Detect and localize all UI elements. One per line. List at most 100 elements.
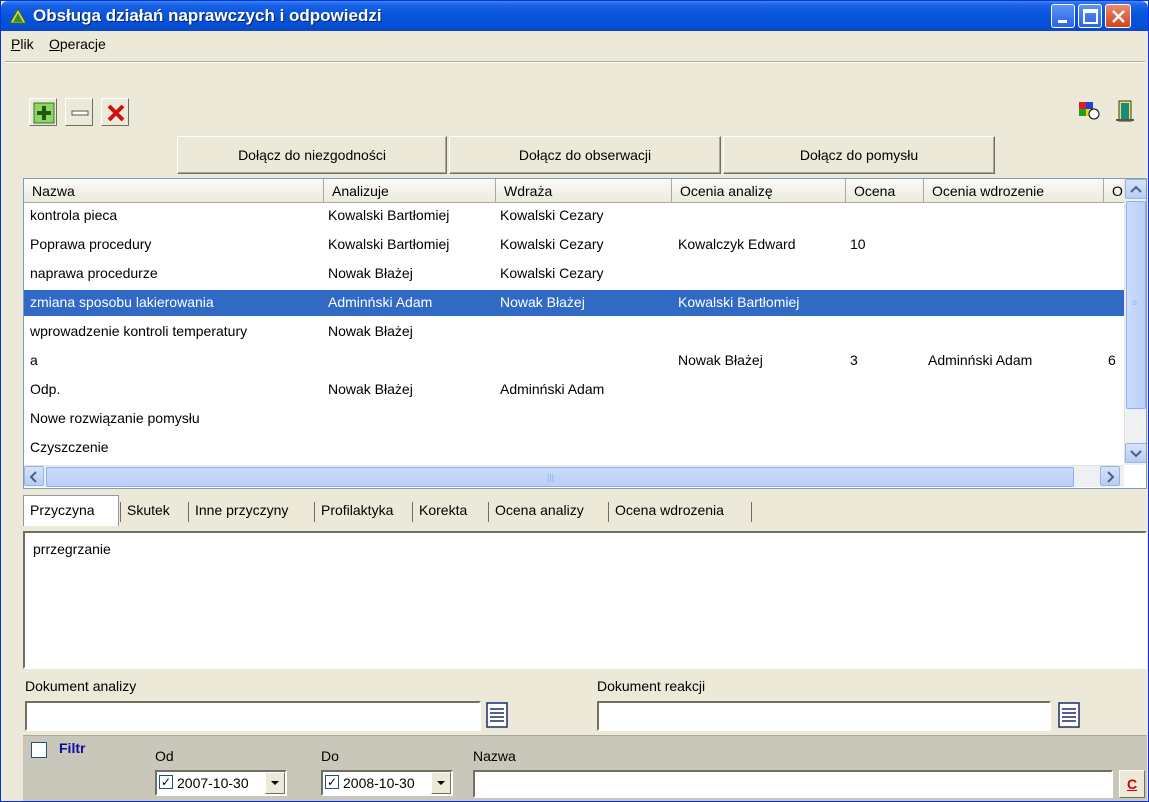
remove-icon: [71, 110, 89, 116]
vertical-scroll-thumb[interactable]: ≡: [1126, 201, 1146, 409]
table-cell: Nowak Błażej: [328, 323, 413, 339]
analysis-doc-browse-icon[interactable]: [485, 701, 511, 731]
chevron-left-icon: [29, 471, 37, 483]
horizontal-scroll-thumb[interactable]: |||: [46, 467, 1074, 487]
filter-checkbox[interactable]: [31, 742, 47, 758]
exit-door-icon[interactable]: [1113, 98, 1137, 124]
table-cell: Nowak Błażej: [678, 352, 763, 368]
close-button[interactable]: [1105, 4, 1131, 28]
clear-filter-button[interactable]: C: [1119, 770, 1145, 798]
table-cell: zmiana sposobu lakierowania: [30, 294, 214, 310]
table-cell: Kowalski Bartłomiej: [328, 207, 450, 223]
tab-separator: [488, 502, 489, 522]
scroll-right-button[interactable]: [1100, 466, 1120, 486]
attach-observation-button[interactable]: Dołącz do obserwacji: [449, 136, 721, 174]
from-date-dropdown[interactable]: [265, 772, 285, 794]
attach-idea-button[interactable]: Dołącz do pomysłu: [723, 136, 995, 174]
delete-button[interactable]: [101, 98, 129, 126]
menu-operacje[interactable]: Operacje: [49, 36, 106, 52]
table-row[interactable]: kontrola pieca Kowalski Bartłomiej Kowalsk…: [24, 203, 1124, 229]
table-row[interactable]: a Nowak Błażej 3 Adminński Adam 6: [24, 348, 1124, 374]
from-label: Od: [155, 748, 174, 764]
maximize-button[interactable]: [1078, 4, 1102, 28]
table-row[interactable]: naprawa procedurze Nowak Błażej Kowalski C…: [24, 261, 1124, 287]
table-cell: Adminński Adam: [500, 381, 605, 397]
from-date-picker[interactable]: ✓ 2007-10-30: [155, 770, 287, 796]
chevron-right-icon: [1107, 471, 1115, 483]
add-icon: [33, 102, 55, 124]
vertical-scrollbar[interactable]: ≡: [1124, 179, 1146, 465]
remove-button[interactable]: [65, 98, 93, 126]
column-header[interactable]: Ocenia wdrozenie: [924, 179, 1104, 203]
tab-korekta[interactable]: Korekta: [413, 496, 487, 526]
tab-separator: [188, 502, 189, 522]
tab-separator: [120, 502, 121, 522]
tab-skutek[interactable]: Skutek: [121, 496, 187, 526]
grip-icon: |||: [547, 472, 555, 482]
table-cell: Kowalczyk Edward: [678, 236, 796, 252]
grip-icon: ≡: [1132, 298, 1138, 308]
reaction-doc-browse-icon[interactable]: [1057, 701, 1083, 731]
scroll-left-button[interactable]: [24, 466, 44, 486]
tab-separator: [608, 502, 609, 522]
tab-panel[interactable]: prrzegrzanie: [23, 531, 1147, 669]
reaction-doc-field[interactable]: [597, 701, 1051, 731]
tab-profilaktyka[interactable]: Profilaktyka: [315, 496, 411, 526]
horizontal-scrollbar[interactable]: |||: [24, 465, 1124, 487]
cause-memo-text[interactable]: prrzegrzanie: [33, 541, 111, 557]
toolbar-separator: [5, 61, 1145, 63]
menu-plik[interactable]: Plik: [11, 36, 34, 52]
table-row[interactable]: wprowadzenie kontroli temperatury Nowak B…: [24, 319, 1124, 345]
table-cell: naprawa procedurze: [30, 265, 158, 281]
table-cell: Czyszczenie: [30, 439, 109, 455]
from-date-checkbox[interactable]: ✓: [159, 775, 173, 789]
attach-nonconformity-button[interactable]: Dołącz do niezgodności: [177, 136, 447, 174]
filter-panel: Filtr Od ✓ 2007-10-30 Do ✓ 2008-10-30 Na…: [23, 735, 1147, 801]
tab-ocena-wdrozenia[interactable]: Ocena wdrozenia: [609, 496, 751, 526]
from-date-value: 2007-10-30: [177, 775, 249, 791]
scroll-down-button[interactable]: [1125, 443, 1146, 463]
tab-separator: [314, 502, 315, 522]
chevron-down-icon: [1130, 450, 1142, 458]
table-cell: kontrola pieca: [30, 207, 118, 223]
colors-icon[interactable]: [1077, 98, 1101, 124]
table-cell: Nowak Błażej: [500, 294, 585, 310]
scroll-up-button[interactable]: [1125, 179, 1146, 199]
table-row[interactable]: Poprawa procedury Kowalski Bartłomiej Kowa…: [24, 232, 1124, 258]
title-bar[interactable]: Obsługa działań naprawczych i odpowiedzi: [1, 1, 1148, 31]
tab-separator: [412, 502, 413, 522]
table-cell: wprowadzenie kontroli temperatury: [30, 323, 248, 339]
add-button[interactable]: [29, 98, 57, 126]
to-date-dropdown[interactable]: [431, 772, 451, 794]
column-header[interactable]: Ocena: [846, 179, 924, 203]
minimize-button[interactable]: [1051, 4, 1075, 28]
column-header[interactable]: Wdraża: [496, 179, 672, 203]
table-row[interactable]: Nowe rozwiązanie pomysłu: [24, 406, 1124, 432]
column-header[interactable]: Analizuje: [324, 179, 496, 203]
tab-inne-przyczyny[interactable]: Inne przyczyny: [189, 496, 313, 526]
minimize-icon: [1058, 20, 1067, 23]
table-row-selected[interactable]: zmiana sposobu lakierowania Adminński Ada…: [24, 290, 1124, 316]
name-filter-input[interactable]: [473, 770, 1113, 798]
delete-icon: [107, 104, 125, 122]
to-date-checkbox[interactable]: ✓: [325, 775, 339, 789]
column-header[interactable]: Ocenia analizę: [672, 179, 846, 203]
tab-ocena-analizy[interactable]: Ocena analizy: [489, 496, 607, 526]
to-date-value: 2008-10-30: [343, 775, 415, 791]
table-row[interactable]: Odp. Nowak Błażej Adminński Adam: [24, 377, 1124, 403]
filter-label: Filtr: [59, 740, 86, 756]
table-row[interactable]: Czyszczenie: [24, 435, 1124, 461]
table-cell: Nowak Błażej: [328, 265, 413, 281]
table-cell: Poprawa procedury: [30, 236, 152, 252]
table-cell: 3: [850, 352, 858, 368]
analysis-doc-field[interactable]: [25, 701, 481, 731]
table-cell: Kowalski Cezary: [500, 265, 604, 281]
tab-przyczyna[interactable]: Przyczyna: [23, 495, 119, 526]
chevron-down-icon: [437, 781, 445, 785]
app-icon: [9, 7, 27, 24]
to-date-picker[interactable]: ✓ 2008-10-30: [321, 770, 453, 796]
actions-grid[interactable]: Nazwa Analizuje Wdraża Ocenia analizę Ocena O…: [23, 178, 1147, 489]
table-cell: Adminński Adam: [328, 294, 433, 310]
column-header[interactable]: Nazwa: [24, 179, 324, 203]
menu-bar: Plik Operacje: [1, 31, 1148, 57]
